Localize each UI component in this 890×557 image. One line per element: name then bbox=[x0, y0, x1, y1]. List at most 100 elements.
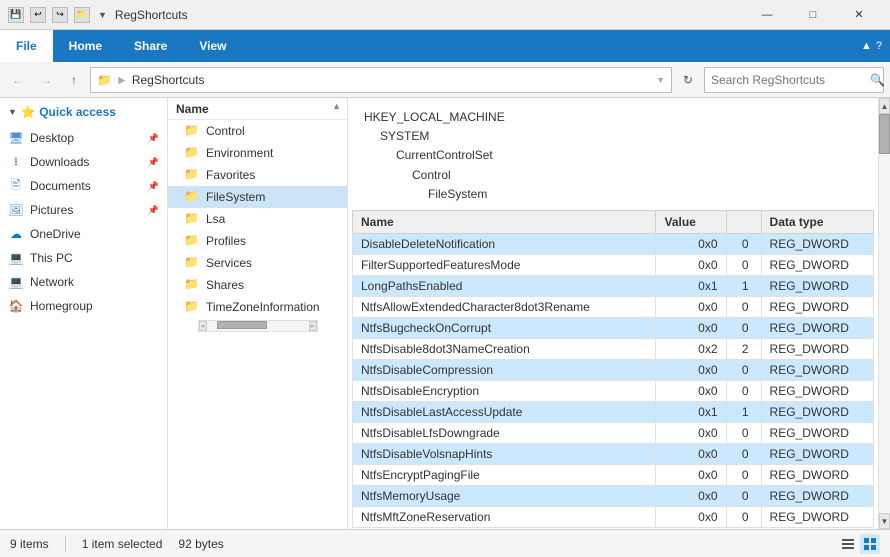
reg-type-cell: REG_DWORD bbox=[761, 317, 873, 338]
registry-table: Name Value Data type DisableDeleteNotifi… bbox=[352, 210, 874, 528]
quick-access-header[interactable]: ▼ ⭐ Quick access bbox=[0, 98, 167, 126]
reg-value-cell: 0x0 bbox=[656, 485, 726, 506]
view-icons bbox=[838, 534, 880, 554]
view-large-icon[interactable] bbox=[860, 534, 880, 554]
table-row[interactable]: DisableDeleteNotification 0x0 0 REG_DWOR… bbox=[353, 233, 874, 254]
sidebar-item-onedrive[interactable]: ☁ OneDrive bbox=[0, 222, 167, 246]
search-input[interactable] bbox=[711, 73, 866, 87]
h-scroll-right[interactable]: ▸ bbox=[309, 321, 317, 331]
quick-access-chevron: ▼ bbox=[8, 107, 17, 117]
table-row[interactable]: FilterSupportedFeaturesMode 0x0 0 REG_DW… bbox=[353, 254, 874, 275]
ribbon-tab-view[interactable]: View bbox=[183, 30, 242, 62]
breadcrumb-bar[interactable]: 📁 ► RegShortcuts ▼ bbox=[90, 67, 672, 93]
reg-name-cell: NtfsAllowExtendedCharacter8dot3Rename bbox=[353, 296, 656, 317]
h-scroll-left[interactable]: ◂ bbox=[199, 321, 207, 331]
col-header-count[interactable] bbox=[726, 210, 761, 233]
save-icon[interactable]: 💾 bbox=[8, 7, 24, 23]
breadcrumb-separator: ► bbox=[116, 73, 128, 87]
breadcrumb-expand-icon[interactable]: ▼ bbox=[656, 75, 665, 85]
table-row[interactable]: NtfsAllowExtendedCharacter8dot3Rename 0x… bbox=[353, 296, 874, 317]
file-panel-item-lsa[interactable]: 📁 Lsa bbox=[168, 208, 347, 230]
reg-count-cell: 0 bbox=[726, 233, 761, 254]
table-row[interactable]: NtfsMftZoneReservation 0x0 0 REG_DWORD bbox=[353, 506, 874, 527]
folder-icon-control: 📁 bbox=[184, 123, 200, 139]
back-button[interactable]: ← bbox=[6, 68, 30, 92]
redo-icon[interactable]: ↪ bbox=[52, 7, 68, 23]
reg-value-cell: 0x0 bbox=[656, 233, 726, 254]
table-row[interactable]: NtfsBugcheckOnCorrupt 0x0 0 REG_DWORD bbox=[353, 317, 874, 338]
forward-button[interactable]: → bbox=[34, 68, 58, 92]
ribbon-collapse-btn[interactable]: ▲ bbox=[861, 40, 872, 52]
scroll-down-btn[interactable]: ▼ bbox=[879, 513, 890, 529]
scroll-thumb[interactable] bbox=[879, 114, 890, 154]
sidebar-item-downloads[interactable]: ⭳ Downloads 📌 bbox=[0, 150, 167, 174]
breadcrumb-folder-icon: 📁 bbox=[97, 73, 112, 87]
table-row[interactable]: NtfsDisableVolsnapHints 0x0 0 REG_DWORD bbox=[353, 443, 874, 464]
folder-icon[interactable]: 📁 bbox=[74, 7, 90, 23]
registry-table-container[interactable]: Name Value Data type DisableDeleteNotifi… bbox=[352, 210, 874, 529]
reg-type-cell: REG_DWORD bbox=[761, 401, 873, 422]
close-button[interactable]: ✕ bbox=[836, 0, 882, 30]
file-panel-item-environment[interactable]: 📁 Environment bbox=[168, 142, 347, 164]
h-scroll-thumb[interactable] bbox=[217, 321, 267, 329]
window-title: RegShortcuts bbox=[115, 8, 744, 22]
table-row[interactable]: NtfsDisableCompression 0x0 0 REG_DWORD bbox=[353, 359, 874, 380]
ribbon-tab-share[interactable]: Share bbox=[118, 30, 183, 62]
scroll-track[interactable] bbox=[879, 114, 890, 513]
refresh-button[interactable]: ↻ bbox=[676, 68, 700, 92]
reg-name-cell: NtfsDisableLastAccessUpdate bbox=[353, 401, 656, 422]
sidebar-item-homegroup[interactable]: 🏠 Homegroup bbox=[0, 294, 167, 318]
table-row[interactable]: NtfsDisableLfsDowngrade 0x0 0 REG_DWORD bbox=[353, 422, 874, 443]
sidebar-item-thispc[interactable]: 💻 This PC bbox=[0, 246, 167, 270]
up-button[interactable]: ↑ bbox=[62, 68, 86, 92]
sidebar: ▼ ⭐ Quick access 🖥 Desktop 📌 ⭳ Downloads… bbox=[0, 98, 168, 529]
ribbon-tab-file[interactable]: File bbox=[0, 30, 53, 62]
col-header-name[interactable]: Name bbox=[353, 210, 656, 233]
maximize-button[interactable]: □ bbox=[790, 0, 836, 30]
ribbon-tab-home[interactable]: Home bbox=[53, 30, 118, 62]
col-header-value[interactable]: Value bbox=[656, 210, 726, 233]
file-panel-item-profiles[interactable]: 📁 Profiles bbox=[168, 230, 347, 252]
file-panel-item-services[interactable]: 📁 Services bbox=[168, 252, 347, 274]
reg-type-cell: REG_DWORD bbox=[761, 296, 873, 317]
col-header-datatype[interactable]: Data type bbox=[761, 210, 873, 233]
table-row[interactable]: NtfsDisable8dot3NameCreation 0x2 2 REG_D… bbox=[353, 338, 874, 359]
help-icon[interactable]: ? bbox=[876, 40, 882, 52]
file-panel-item-favorites[interactable]: 📁 Favorites bbox=[168, 164, 347, 186]
search-box[interactable]: 🔍 bbox=[704, 67, 884, 93]
sidebar-item-documents[interactable]: 🖹 Documents 📌 bbox=[0, 174, 167, 198]
sidebar-item-pictures[interactable]: 🖼 Pictures 📌 bbox=[0, 198, 167, 222]
undo-icon[interactable]: ↩ bbox=[30, 7, 46, 23]
sort-arrow[interactable]: ▲ bbox=[332, 101, 341, 111]
registry-area: HKEY_LOCAL_MACHINE SYSTEM CurrentControl… bbox=[348, 98, 890, 529]
table-row[interactable]: NtfsDisableEncryption 0x0 0 REG_DWORD bbox=[353, 380, 874, 401]
view-details-icon[interactable] bbox=[838, 534, 858, 554]
scroll-up-btn[interactable]: ▲ bbox=[879, 98, 890, 114]
sidebar-item-network[interactable]: 💻 Network bbox=[0, 270, 167, 294]
file-panel-item-control[interactable]: 📁 Control bbox=[168, 120, 347, 142]
table-row[interactable]: NtfsEncryptPagingFile 0x0 0 REG_DWORD bbox=[353, 464, 874, 485]
file-item-label-profiles: Profiles bbox=[206, 234, 246, 248]
reg-name-cell: NtfsBugcheckOnCorrupt bbox=[353, 317, 656, 338]
vertical-scrollbar[interactable]: ▲ ▼ bbox=[878, 98, 890, 529]
table-row[interactable]: LongPathsEnabled 0x1 1 REG_DWORD bbox=[353, 275, 874, 296]
reg-count-cell: 0 bbox=[726, 464, 761, 485]
file-panel-item-shares[interactable]: 📁 Shares bbox=[168, 274, 347, 296]
reg-value-cell: 0x0 bbox=[656, 443, 726, 464]
reg-path-hklm: HKEY_LOCAL_MACHINE bbox=[364, 108, 862, 127]
folder-icon-profiles: 📁 bbox=[184, 233, 200, 249]
table-row[interactable]: NtfsMemoryUsage 0x0 0 REG_DWORD bbox=[353, 485, 874, 506]
file-item-label-control: Control bbox=[206, 124, 245, 138]
minimize-button[interactable]: ― bbox=[744, 0, 790, 30]
title-dropdown-arrow[interactable]: ▼ bbox=[98, 10, 107, 20]
file-panel-item-filesystem[interactable]: 📁 FileSystem bbox=[168, 186, 347, 208]
reg-count-cell: 1 bbox=[726, 275, 761, 296]
pin-icon-downloads: 📌 bbox=[148, 157, 159, 168]
sidebar-item-desktop[interactable]: 🖥 Desktop 📌 bbox=[0, 126, 167, 150]
folder-icon-filesystem: 📁 bbox=[184, 189, 200, 205]
reg-value-cell: 0x0 bbox=[656, 254, 726, 275]
horizontal-scroll-area[interactable]: ◂ ▸ bbox=[168, 318, 347, 334]
table-row[interactable]: NtfsDisableLastAccessUpdate 0x1 1 REG_DW… bbox=[353, 401, 874, 422]
file-panel-item-timezoneinfo[interactable]: 📁 TimeZoneInformation bbox=[168, 296, 347, 318]
status-bar: 9 items 1 item selected 92 bytes bbox=[0, 529, 890, 557]
